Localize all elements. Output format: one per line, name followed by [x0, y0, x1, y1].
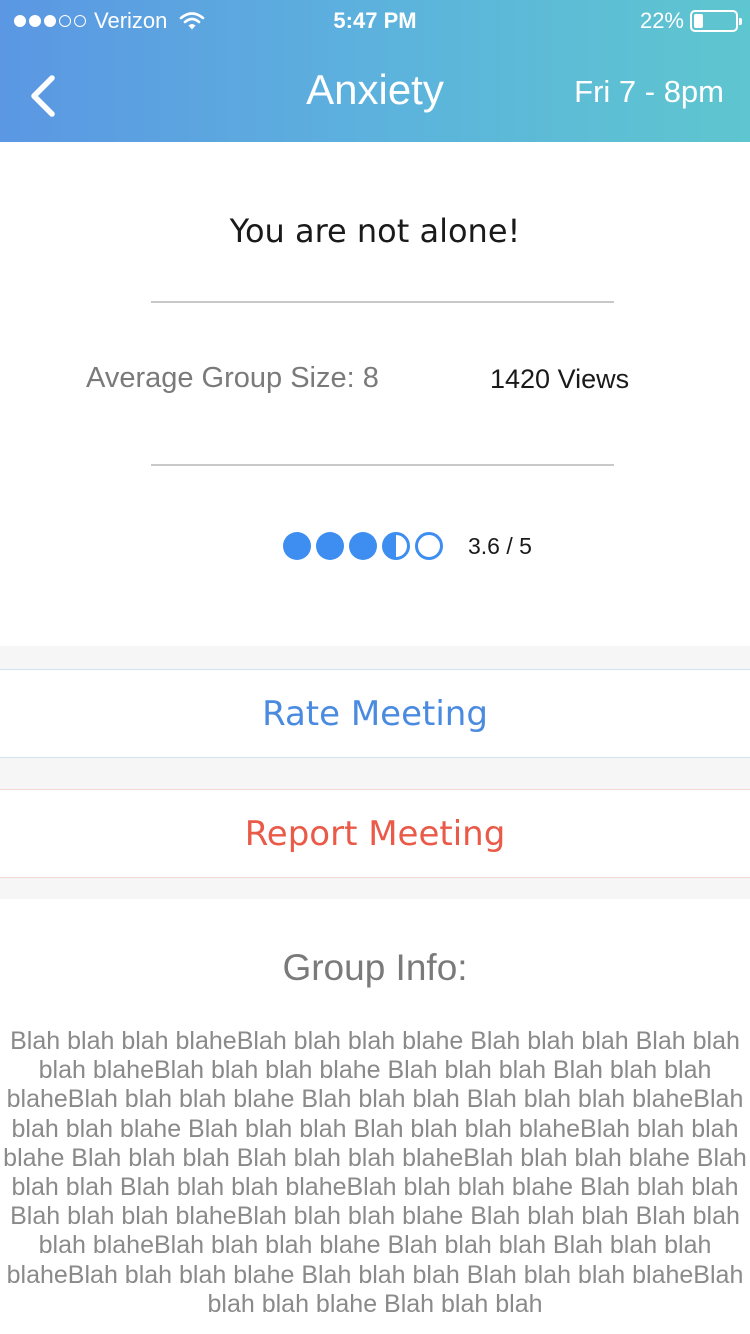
- section-spacer: [0, 758, 750, 789]
- report-meeting-button[interactable]: Report Meeting: [0, 789, 750, 878]
- status-time: 5:47 PM: [333, 8, 417, 33]
- rating: 3.6 / 5: [283, 532, 532, 560]
- rating-dot-empty: [415, 532, 443, 560]
- battery-percent: 22%: [639, 8, 684, 33]
- meeting-schedule: Fri 7 - 8pm: [574, 74, 724, 109]
- tagline: You are not alone!: [229, 212, 521, 250]
- average-group-size: Average Group Size: 8: [86, 362, 379, 394]
- battery-level: [694, 14, 703, 28]
- rate-meeting-button[interactable]: Rate Meeting: [0, 669, 750, 758]
- section-spacer: [0, 878, 750, 899]
- rating-dot-full: [349, 532, 377, 560]
- rating-text: 3.6 / 5: [468, 532, 532, 559]
- rating-dots: [283, 532, 448, 560]
- section-spacer: [0, 646, 750, 669]
- divider: [151, 301, 614, 303]
- group-info-body: Blah blah blah blaheBlah blah blah blahe…: [3, 1027, 747, 1318]
- rating-dot-full: [316, 532, 344, 560]
- view-count: 1420 Views: [490, 364, 630, 394]
- status-right: 22%: [639, 8, 742, 34]
- rating-dot-full: [283, 532, 311, 560]
- group-info-section: Group Info: Blah blah blah blaheBlah bla…: [0, 899, 750, 1334]
- group-info-title: Group Info:: [282, 947, 468, 988]
- header: Verizon 5:47 PM 22% Anxiety Fri 7 - 8pm: [0, 0, 750, 142]
- summary-card: You are not alone! Average Group Size: 8…: [0, 142, 750, 646]
- battery-icon: [690, 10, 742, 32]
- rating-dot-half: [382, 532, 410, 560]
- divider: [151, 464, 614, 466]
- status-bar: Verizon 5:47 PM 22%: [0, 0, 750, 40]
